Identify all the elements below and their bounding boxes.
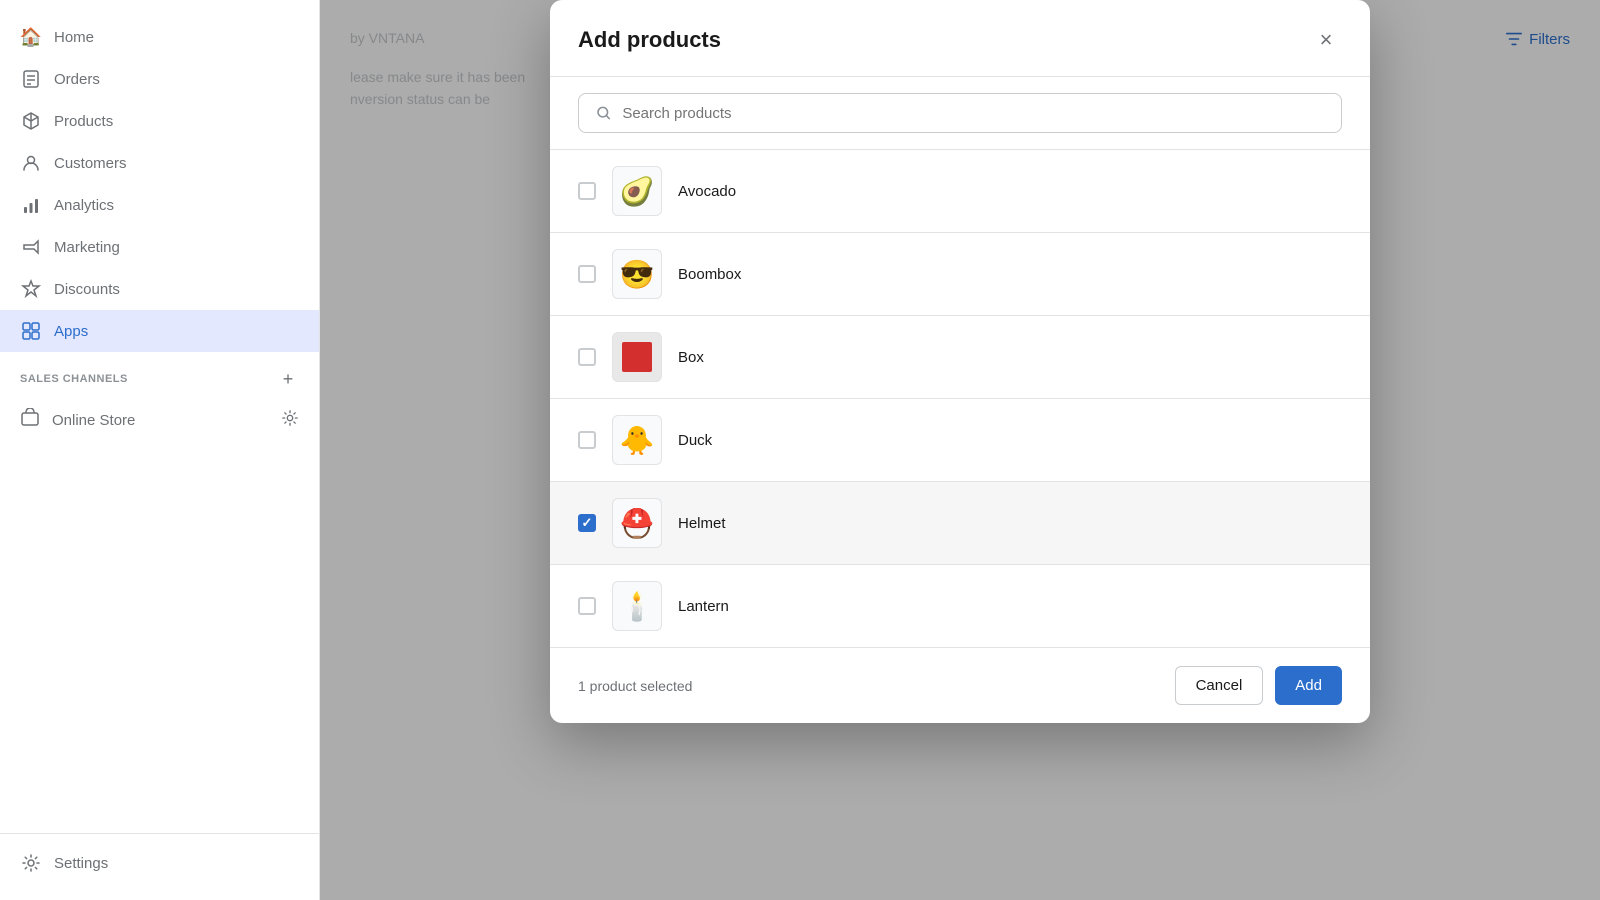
add-button[interactable]: Add: [1275, 666, 1342, 705]
add-products-modal: Add products × 🥑 Avocado: [550, 0, 1370, 723]
sidebar-item-products[interactable]: Products: [0, 100, 319, 142]
sidebar-item-discounts[interactable]: Discounts: [0, 268, 319, 310]
cancel-button[interactable]: Cancel: [1175, 666, 1264, 705]
online-store-icon: [20, 408, 40, 432]
product-name-boombox: Boombox: [678, 266, 741, 283]
sidebar-item-apps[interactable]: Apps: [0, 310, 319, 352]
product-name-avocado: Avocado: [678, 183, 736, 200]
online-store-settings-icon[interactable]: [281, 409, 299, 431]
product-item-box[interactable]: Box: [550, 316, 1370, 399]
products-icon: [20, 110, 42, 132]
product-list: 🥑 Avocado 😎 Boombox Box: [550, 150, 1370, 647]
main-content: by VNTANA lease make sure it has been nv…: [320, 0, 1600, 900]
product-name-duck: Duck: [678, 432, 712, 449]
sidebar-item-settings[interactable]: Settings: [0, 842, 319, 884]
product-thumbnail-duck: 🐥: [612, 415, 662, 465]
product-name-helmet: Helmet: [678, 515, 726, 532]
product-checkbox-avocado[interactable]: [578, 182, 596, 200]
product-checkbox-helmet[interactable]: [578, 514, 596, 532]
search-section: [550, 77, 1370, 150]
search-box: [578, 93, 1342, 133]
sidebar-item-analytics[interactable]: Analytics: [0, 184, 319, 226]
settings-section: Settings: [0, 833, 319, 884]
sidebar-item-home[interactable]: 🏠 Home: [0, 16, 319, 58]
sidebar: 🏠 Home Orders Products Customers Analyti…: [0, 0, 320, 900]
modal-close-button[interactable]: ×: [1310, 24, 1342, 56]
selected-count: 1 product selected: [578, 678, 692, 694]
product-thumbnail-box: [612, 332, 662, 382]
add-sales-channel-button[interactable]: +: [277, 368, 299, 390]
modal-footer: 1 product selected Cancel Add: [550, 647, 1370, 723]
product-checkbox-lantern[interactable]: [578, 597, 596, 615]
search-icon: [595, 104, 612, 122]
product-checkbox-boombox[interactable]: [578, 265, 596, 283]
product-thumbnail-lantern: 🕯️: [612, 581, 662, 631]
product-thumbnail-helmet: ⛑️: [612, 498, 662, 548]
orders-icon: [20, 68, 42, 90]
home-icon: 🏠: [20, 26, 42, 48]
sidebar-item-customers[interactable]: Customers: [0, 142, 319, 184]
product-item-helmet[interactable]: ⛑️ Helmet: [550, 482, 1370, 565]
product-thumbnail-avocado: 🥑: [612, 166, 662, 216]
footer-buttons: Cancel Add: [1175, 666, 1342, 705]
analytics-icon: [20, 194, 42, 216]
customers-icon: [20, 152, 42, 174]
modal-header: Add products ×: [550, 0, 1370, 77]
sidebar-item-orders[interactable]: Orders: [0, 58, 319, 100]
product-thumbnail-boombox: 😎: [612, 249, 662, 299]
sales-channels-header: SALES CHANNELS +: [0, 352, 319, 398]
modal-title: Add products: [578, 27, 721, 53]
product-name-box: Box: [678, 349, 704, 366]
product-name-lantern: Lantern: [678, 598, 729, 615]
apps-icon: [20, 320, 42, 342]
product-checkbox-duck[interactable]: [578, 431, 596, 449]
product-item-duck[interactable]: 🐥 Duck: [550, 399, 1370, 482]
product-item-avocado[interactable]: 🥑 Avocado: [550, 150, 1370, 233]
product-checkbox-box[interactable]: [578, 348, 596, 366]
settings-icon: [20, 852, 42, 874]
sidebar-item-online-store[interactable]: Online Store: [0, 398, 319, 442]
modal-overlay: Add products × 🥑 Avocado: [320, 0, 1600, 900]
search-input[interactable]: [622, 105, 1325, 122]
marketing-icon: [20, 236, 42, 258]
product-item-lantern[interactable]: 🕯️ Lantern: [550, 565, 1370, 647]
product-item-boombox[interactable]: 😎 Boombox: [550, 233, 1370, 316]
discounts-icon: [20, 278, 42, 300]
sidebar-item-marketing[interactable]: Marketing: [0, 226, 319, 268]
